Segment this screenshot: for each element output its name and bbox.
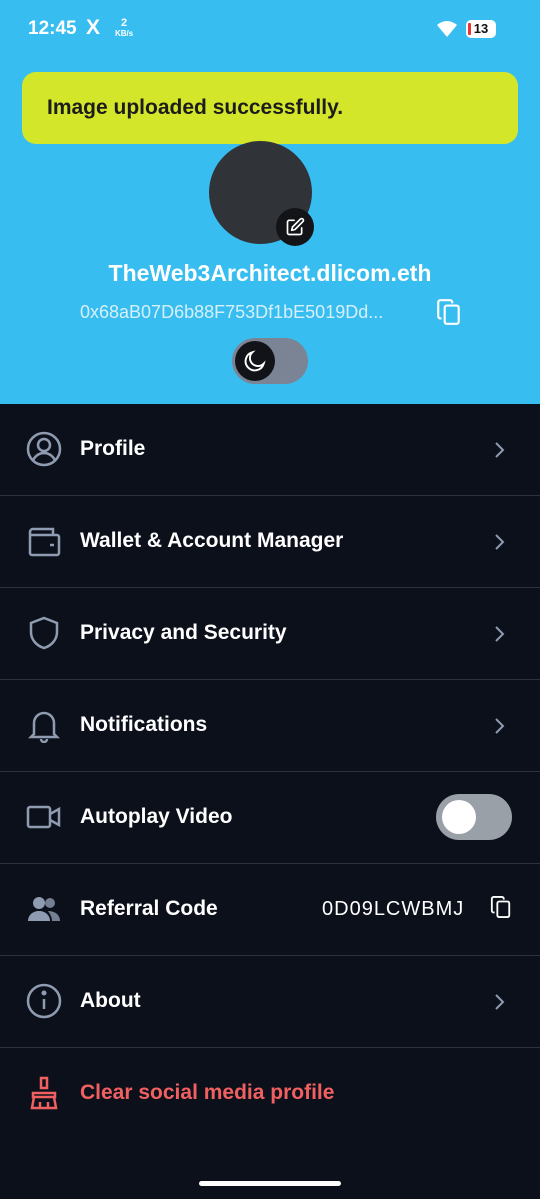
menu-item-privacy[interactable]: Privacy and Security: [0, 588, 540, 680]
chevron-right-icon: [495, 534, 505, 550]
menu-label-notifications: Notifications: [80, 713, 208, 736]
toggle-knob: [442, 800, 476, 834]
copy-address-icon[interactable]: [436, 298, 462, 326]
info-icon: [26, 983, 62, 1019]
video-camera-icon: [26, 805, 61, 829]
autoplay-toggle[interactable]: [436, 794, 512, 840]
menu-item-notifications[interactable]: Notifications: [0, 680, 540, 772]
menu-label-privacy: Privacy and Security: [80, 621, 287, 644]
home-indicator[interactable]: [199, 1181, 341, 1186]
referral-code-value: 0D09LCWBMJ: [322, 898, 465, 920]
chevron-right-icon: [495, 994, 505, 1010]
profile-header: 12:45 X 2 KB/s 13 Image uploaded successf…: [0, 0, 540, 404]
chevron-right-icon: [495, 442, 505, 458]
menu-item-clear-profile[interactable]: Clear social media profile: [0, 1048, 540, 1139]
menu-item-about[interactable]: About: [0, 956, 540, 1048]
wallet-address: 0x68aB07D6b88F753Df1bE5019Dd...: [80, 302, 384, 322]
menu-label-autoplay: Autoplay Video: [80, 805, 233, 828]
dark-mode-toggle[interactable]: [232, 338, 308, 384]
menu-item-profile[interactable]: Profile: [0, 404, 540, 496]
wallet-icon: [28, 527, 61, 557]
menu-label-wallet: Wallet & Account Manager: [80, 529, 344, 552]
menu-label-about: About: [80, 989, 141, 1012]
toast-message: Image uploaded successfully.: [47, 96, 344, 119]
shield-icon: [29, 616, 59, 650]
users-icon: [28, 897, 60, 921]
status-bar: 12:45 X 2 KB/s 13: [0, 0, 540, 60]
broom-icon: [30, 1076, 58, 1110]
x-app-icon: X: [86, 16, 101, 39]
menu-label-profile: Profile: [80, 437, 146, 460]
edit-avatar-button[interactable]: [276, 208, 314, 246]
menu-item-autoplay: Autoplay Video: [0, 772, 540, 864]
wifi-icon: [437, 21, 457, 37]
menu-item-referral: Referral Code 0D09LCWBMJ: [0, 864, 540, 956]
theme-knob: [235, 341, 275, 381]
menu-item-wallet[interactable]: Wallet & Account Manager: [0, 496, 540, 588]
success-toast: Image uploaded successfully.: [22, 72, 518, 144]
chevron-right-icon: [495, 626, 505, 642]
user-circle-icon: [26, 431, 62, 467]
copy-referral-icon[interactable]: [490, 894, 512, 920]
edit-icon: [286, 217, 305, 236]
chevron-right-icon: [495, 718, 505, 734]
bell-icon: [27, 711, 61, 743]
username: TheWeb3Architect.dlicom.eth: [108, 260, 432, 286]
battery-icon: 13: [466, 20, 496, 38]
moon-icon: [244, 350, 266, 372]
status-time: 12:45: [28, 18, 77, 39]
menu-label-referral: Referral Code: [80, 897, 218, 920]
settings-menu: Profile Wallet & Account Manager Privacy…: [0, 404, 540, 1139]
menu-label-clear-profile: Clear social media profile: [80, 1081, 335, 1104]
network-speed: 2 KB/s: [115, 17, 134, 39]
